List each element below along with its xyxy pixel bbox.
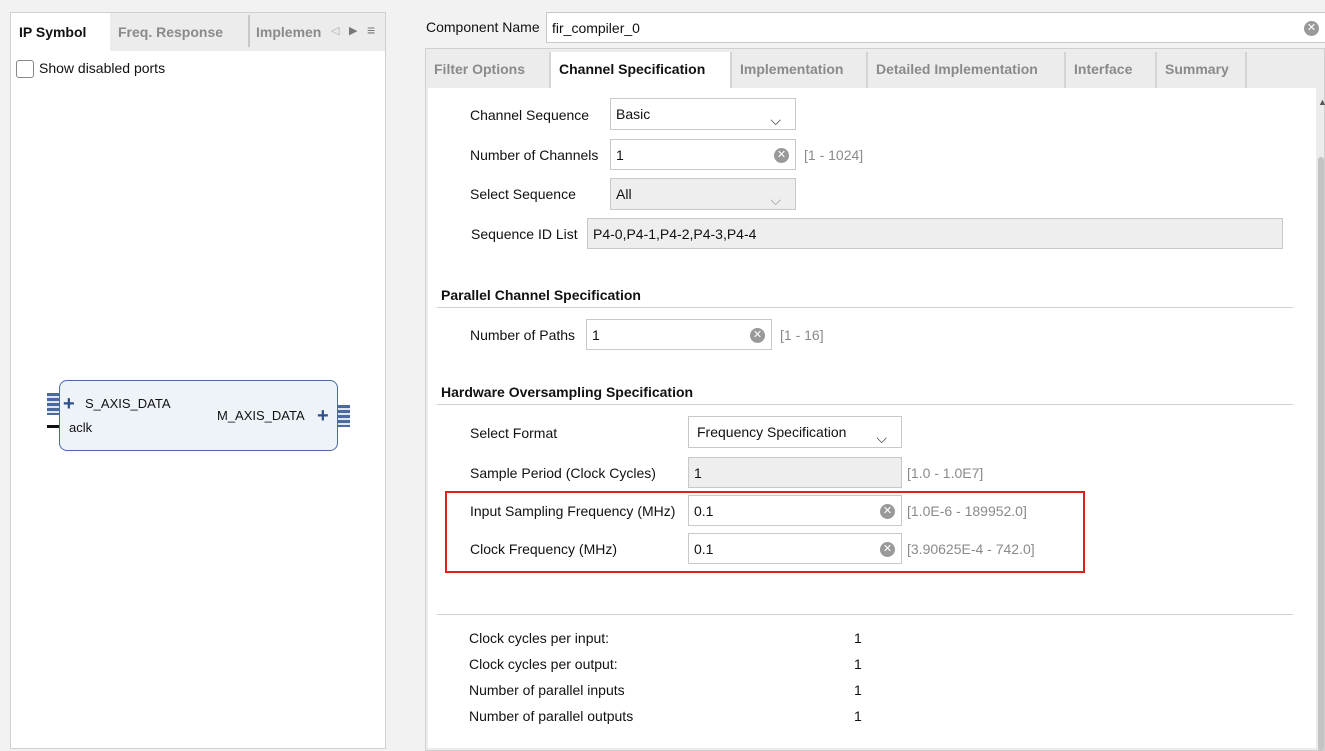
component-name-value: fir_compiler_0 (552, 20, 640, 36)
sample-period-label: Sample Period (Clock Cycles) (470, 465, 656, 481)
num-paths-value: 1 (592, 327, 600, 343)
clock-freq-range: [3.90625E-4 - 742.0] (907, 541, 1035, 557)
tab-ip-symbol[interactable]: IP Symbol (11, 13, 110, 51)
sample-period-input[interactable]: 1 (688, 457, 902, 488)
component-name-label: Component Name (426, 19, 540, 35)
sequence-id-input[interactable]: P4-0,P4-1,P4-2,P4-3,P4-4 (587, 218, 1283, 249)
num-paths-range: [1 - 16] (780, 327, 824, 343)
clear-icon[interactable]: ✕ (880, 542, 895, 557)
tab-implementation-right[interactable]: Implementation (732, 52, 868, 88)
input-freq-label: Input Sampling Frequency (MHz) (470, 503, 676, 519)
select-sequence-value: All (616, 186, 632, 202)
chevron-down-icon: ⌵ (770, 112, 781, 128)
num-channels-range: [1 - 1024] (804, 147, 864, 163)
num-channels-input[interactable]: 1 ✕ (610, 139, 796, 170)
tab-freq-response[interactable]: Freq. Response (110, 13, 248, 51)
parallel-section-title: Parallel Channel Specification (441, 287, 641, 303)
tab-detailed-implementation[interactable]: Detailed Implementation (868, 52, 1066, 88)
s-axis-data-port-label: S_AXIS_DATA (85, 396, 171, 411)
summary-value: 1 (854, 656, 862, 672)
chevron-down-icon: ⌵ (770, 192, 781, 208)
select-sequence-select[interactable]: All ⌵ (610, 178, 796, 210)
bus-port-icon (338, 405, 350, 427)
channel-sequence-label: Channel Sequence (470, 107, 590, 123)
divider (437, 307, 1293, 308)
component-name-input[interactable]: fir_compiler_0 ✕ (546, 12, 1325, 43)
summary-value: 1 (854, 708, 862, 724)
input-freq-input[interactable]: 0.1 ✕ (688, 495, 902, 526)
select-format-label: Select Format (470, 425, 558, 441)
tab-summary[interactable]: Summary (1157, 52, 1247, 88)
chevron-down-icon: ⌵ (876, 430, 887, 446)
clear-icon[interactable]: ✕ (750, 328, 765, 343)
sample-period-range: [1.0 - 1.0E7] (907, 465, 984, 481)
m-axis-data-port-label: M_AXIS_DATA (217, 408, 305, 423)
clear-icon[interactable]: ✕ (1304, 21, 1319, 36)
divider (437, 404, 1293, 405)
expand-plus-icon[interactable]: + (63, 394, 75, 414)
summary-label: Number of parallel inputs (469, 682, 625, 698)
expand-plus-icon[interactable]: + (317, 406, 329, 426)
tab-implementation[interactable]: Implemen (248, 13, 328, 51)
clear-icon[interactable]: ✕ (880, 504, 895, 519)
left-tab-bar: IP Symbol Freq. Response Implemen ◁ ▶ ≡ (11, 13, 385, 51)
select-sequence-label: Select Sequence (470, 186, 576, 202)
aclk-port-label: aclk (69, 420, 93, 435)
scroll-left-icon[interactable]: ◁ (331, 24, 339, 37)
summary-label: Clock cycles per input: (469, 630, 610, 646)
ip-block: + S_AXIS_DATA aclk M_AXIS_DATA + (59, 380, 338, 451)
divider (437, 614, 1293, 615)
input-freq-value: 0.1 (694, 503, 714, 519)
sample-period-value: 1 (694, 465, 702, 481)
num-channels-value: 1 (616, 147, 624, 163)
bus-port-icon (47, 393, 59, 415)
show-disabled-ports-label: Show disabled ports (39, 60, 166, 76)
channel-sequence-value: Basic (616, 106, 651, 122)
show-disabled-ports-checkbox[interactable] (16, 60, 34, 78)
tab-channel-specification[interactable]: Channel Specification (551, 52, 732, 88)
clock-pin (47, 425, 59, 428)
input-freq-range: [1.0E-6 - 189952.0] (907, 503, 1027, 519)
select-format-select[interactable]: Frequency Specification ⌵ (688, 416, 902, 448)
summary-value: 1 (854, 630, 862, 646)
summary-label: Clock cycles per output: (469, 656, 618, 672)
clock-freq-input[interactable]: 0.1 ✕ (688, 533, 902, 564)
num-paths-input[interactable]: 1 ✕ (586, 319, 772, 350)
sequence-id-value: P4-0,P4-1,P4-2,P4-3,P4-4 (593, 226, 757, 242)
scrollbar-thumb[interactable] (1318, 157, 1324, 751)
clock-freq-label: Clock Frequency (MHz) (470, 541, 618, 557)
sequence-id-label: Sequence ID List (471, 226, 578, 242)
clear-icon[interactable]: ✕ (774, 148, 789, 163)
clock-freq-value: 0.1 (694, 541, 714, 557)
scroll-up-icon[interactable]: ▲ (1318, 97, 1325, 107)
tab-filter-options[interactable]: Filter Options (426, 52, 551, 88)
num-paths-label: Number of Paths (470, 327, 576, 343)
num-channels-label: Number of Channels (470, 147, 599, 163)
summary-label: Number of parallel outputs (469, 708, 634, 724)
channel-sequence-select[interactable]: Basic ⌵ (610, 98, 796, 130)
select-format-value: Frequency Specification (697, 424, 847, 440)
oversampling-section-title: Hardware Oversampling Specification (441, 384, 694, 400)
scroll-right-icon[interactable]: ▶ (349, 24, 357, 37)
summary-value: 1 (854, 682, 862, 698)
tab-interface[interactable]: Interface (1066, 52, 1157, 88)
menu-icon[interactable]: ≡ (367, 22, 375, 38)
